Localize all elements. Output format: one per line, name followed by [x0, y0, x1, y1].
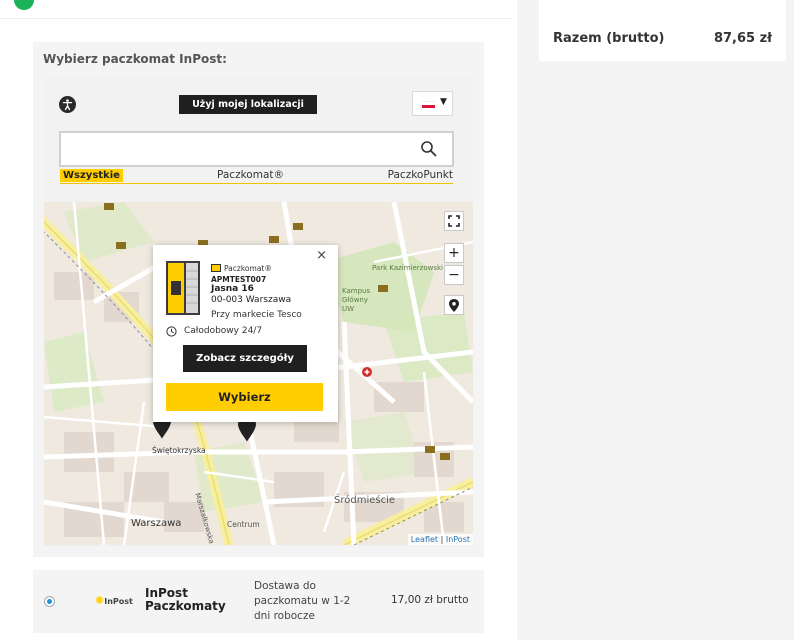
locker-description: Przy markecie Tesco — [211, 310, 302, 320]
clock-icon — [166, 326, 177, 337]
point-type-filters: Wszystkie Paczkomat® PaczkoPunkt — [60, 169, 453, 184]
picker-title: Wybierz paczkomat InPost: — [43, 52, 227, 66]
total-value: 87,65 zł — [713, 31, 772, 46]
geowidget: Użyj mojej lokalizacji ▼ Wszystkie Paczk… — [44, 77, 473, 547]
map[interactable]: Warszawa Śródmieście Świętokrzyska Marsz… — [44, 202, 473, 545]
order-total: Razem (brutto) 87,65 zł — [539, 0, 786, 61]
map-label-park: Park Kazimierzowski — [372, 264, 444, 272]
locker-type: Paczkomat® — [211, 264, 272, 273]
paczkomat-logo-icon — [211, 264, 221, 272]
shipping-description: Dostawa do paczkomatu w 1-2 dni robocze — [254, 580, 351, 622]
leaflet-link[interactable]: Leaflet — [411, 535, 438, 544]
map-label-kampus: Kampus Główny UW — [342, 287, 371, 313]
close-icon[interactable]: × — [316, 248, 327, 263]
inpost-logo: ✺InPost — [95, 594, 133, 607]
locker-code: APMTEST007 — [211, 275, 267, 284]
use-my-location-button[interactable]: Użyj mojej lokalizacji — [179, 95, 317, 114]
parcel-locker-picker: Wybierz paczkomat InPost: Użyj mojej lok… — [33, 42, 484, 557]
map-label-warszawa: Warszawa — [131, 518, 182, 529]
language-select[interactable]: ▼ — [412, 91, 453, 116]
radio-selected-dot — [47, 599, 52, 604]
shipping-option[interactable]: ✺InPost InPost Paczkomaty Dostawa do pac… — [33, 570, 484, 633]
map-label-centrum: Centrum — [227, 520, 260, 529]
locker-popup: × Paczkomat® APMTEST007 Jasna 16 00-003 … — [153, 245, 338, 422]
inpost-link[interactable]: InPost — [446, 535, 470, 544]
shipping-radio[interactable] — [44, 596, 55, 607]
map-label-swietokrzyska: Świętokrzyska — [152, 446, 206, 455]
search-icon[interactable] — [420, 140, 437, 157]
map-attribution: Leaflet | InPost — [407, 534, 473, 545]
locker-image — [166, 261, 200, 315]
filter-paczkomat[interactable]: Paczkomat® — [217, 169, 284, 182]
filter-paczkopunkt[interactable]: PaczkoPunkt — [388, 169, 453, 182]
chevron-down-icon: ▼ — [440, 97, 447, 107]
order-summary-column — [517, 0, 794, 640]
locker-street: Jasna 16 — [211, 284, 254, 294]
map-label-srodmiescie: Śródmieście — [334, 495, 396, 506]
zoom-out-button[interactable]: − — [444, 265, 464, 285]
filter-all[interactable]: Wszystkie — [60, 169, 123, 182]
zoom-in-button[interactable]: + — [444, 243, 464, 263]
choose-locker-button[interactable]: Wybierz — [166, 383, 323, 411]
shipping-price: 17,00 zł brutto — [391, 594, 469, 606]
search-input[interactable] — [59, 131, 454, 167]
fullscreen-icon[interactable] — [444, 211, 464, 231]
opening-hours: Całodobowy 24/7 — [184, 326, 263, 336]
polish-flag-icon — [422, 101, 435, 108]
shipping-name: InPost Paczkomaty — [145, 586, 226, 613]
divider — [0, 18, 512, 19]
total-label: Razem (brutto) — [553, 31, 665, 46]
inpost-sun-icon: ✺ — [95, 594, 105, 607]
see-details-button[interactable]: Zobacz szczegóły — [183, 345, 307, 372]
my-location-pin-icon[interactable] — [444, 295, 464, 315]
success-check-icon — [14, 0, 34, 10]
locker-city: 00-003 Warszawa — [211, 295, 292, 305]
accessibility-icon[interactable] — [59, 96, 76, 113]
